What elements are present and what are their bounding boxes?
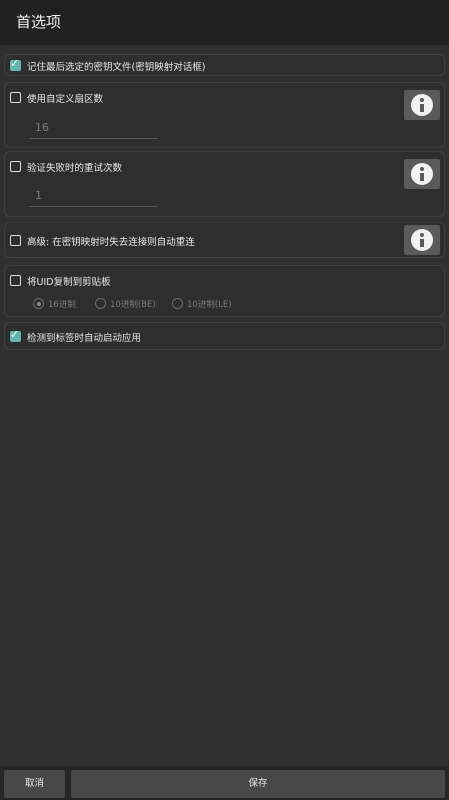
retry-count-info-button[interactable] xyxy=(404,159,440,189)
app-bar: 首选项 xyxy=(0,0,449,44)
button-bar: 取消 保存 xyxy=(0,766,449,800)
uid-format-dec-be-label[interactable]: 10进制(BE) xyxy=(110,298,156,310)
uid-format-dec-be-radio[interactable] xyxy=(95,298,106,309)
retry-count-value: 1 xyxy=(35,189,42,202)
retry-count-label[interactable]: 验证失败时的重试次数 xyxy=(27,160,122,174)
copy-uid-label[interactable]: 将UID复制到剪贴板 xyxy=(27,274,111,288)
option-auto-start[interactable]: ✓ 检测到标签时自动启动应用 xyxy=(4,322,445,350)
auto-start-label: 检测到标签时自动启动应用 xyxy=(27,333,142,344)
remember-key-file-label: 记住最后选定的密钥文件(密钥映射对话框) xyxy=(27,62,206,73)
info-icon xyxy=(411,94,433,116)
info-icon xyxy=(411,229,433,251)
custom-sectors-label[interactable]: 使用自定义扇区数 xyxy=(27,91,103,105)
info-icon xyxy=(411,163,433,185)
option-custom-sectors: 使用自定义扇区数 16 xyxy=(4,82,445,148)
auto-reconnect-info-button[interactable] xyxy=(404,225,440,255)
check-icon: ✓ xyxy=(10,328,20,341)
preferences-screen: 首选项 ✓ 记住最后选定的密钥文件(密钥映射对话框) 使用自定义扇区数 16 验… xyxy=(0,0,449,800)
custom-sectors-value: 16 xyxy=(35,121,49,134)
custom-sectors-input[interactable]: 16 xyxy=(29,116,157,139)
custom-sectors-info-button[interactable] xyxy=(404,90,440,120)
check-icon: ✓ xyxy=(10,57,20,70)
uid-format-hex-label[interactable]: 16进制 xyxy=(48,298,76,310)
uid-format-dec-le-radio[interactable] xyxy=(172,298,183,309)
option-retry-count: 验证失败时的重试次数 1 xyxy=(4,151,445,217)
remember-key-file-checkbox[interactable]: ✓ xyxy=(10,57,21,71)
auto-start-checkbox[interactable]: ✓ xyxy=(10,328,21,342)
cancel-button[interactable]: 取消 xyxy=(4,770,65,798)
copy-uid-checkbox[interactable] xyxy=(10,275,21,286)
auto-reconnect-checkbox[interactable] xyxy=(10,235,21,246)
auto-reconnect-label[interactable]: 高级: 在密钥映射时失去连接则自动重连 xyxy=(27,234,195,248)
save-button[interactable]: 保存 xyxy=(71,770,445,798)
uid-format-dec-le-label[interactable]: 10进制(LE) xyxy=(187,298,232,310)
retry-count-checkbox[interactable] xyxy=(10,161,21,172)
option-auto-reconnect: 高级: 在密钥映射时失去连接则自动重连 xyxy=(4,222,445,258)
option-remember-key-file[interactable]: ✓ 记住最后选定的密钥文件(密钥映射对话框) xyxy=(4,54,445,76)
custom-sectors-checkbox[interactable] xyxy=(10,92,21,103)
retry-count-input[interactable]: 1 xyxy=(29,184,157,207)
uid-format-hex-radio[interactable] xyxy=(33,298,44,309)
option-copy-uid: 将UID复制到剪贴板 16进制 10进制(BE) 10进制(LE) xyxy=(4,265,445,317)
page-title: 首选项 xyxy=(16,13,62,31)
